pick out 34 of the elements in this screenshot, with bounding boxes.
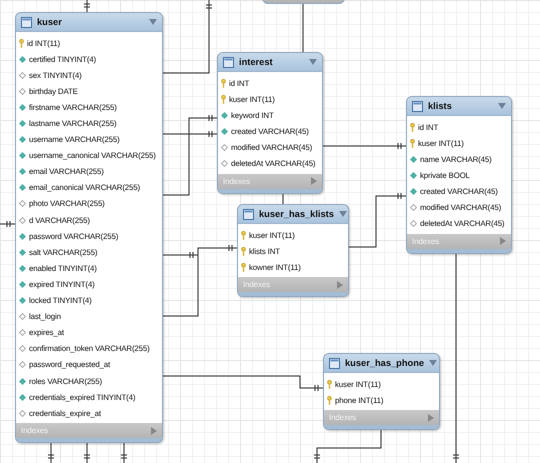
table-icon (329, 358, 340, 368)
indexes-bar[interactable]: Indexes (16, 423, 162, 442)
dropdown-icon[interactable] (338, 211, 347, 217)
expand-icon[interactable] (337, 280, 343, 289)
table-icon (412, 100, 423, 112)
dropdown-icon[interactable] (429, 360, 438, 366)
indexes-label: Indexes (21, 426, 49, 436)
expand-icon[interactable] (311, 177, 317, 186)
table-name: kuser (37, 17, 63, 27)
table-name: kuser_has_phone (345, 358, 424, 368)
indexes-bar[interactable]: Indexes (218, 174, 322, 193)
table-name: kuser_has_klists (259, 209, 334, 219)
relationship-line (348, 192, 406, 248)
table-icon (21, 16, 32, 28)
expand-icon[interactable] (428, 414, 434, 422)
table-name: klists (428, 101, 453, 111)
indexes-bar[interactable]: Indexes (407, 234, 511, 253)
expand-icon[interactable] (151, 426, 157, 435)
indexes-label: Indexes (243, 280, 271, 290)
expand-icon[interactable] (500, 237, 506, 246)
table-name: interest (239, 57, 274, 67)
table-icon (223, 56, 234, 68)
indexes-bar[interactable]: Indexes (238, 277, 348, 296)
dropdown-icon[interactable] (149, 19, 157, 25)
table-icon (243, 208, 254, 220)
relationship-line (282, 194, 284, 206)
dropdown-icon[interactable] (309, 59, 317, 65)
dropdown-icon[interactable] (498, 103, 506, 109)
indexes-label: Indexes (412, 236, 440, 246)
relationship-line (0, 220, 16, 228)
indexes-label: Indexes (329, 413, 357, 422)
relationship-line (84, 0, 90, 12)
indexes-bar[interactable]: Indexes (324, 410, 439, 430)
indexes-label: Indexes (223, 176, 251, 186)
